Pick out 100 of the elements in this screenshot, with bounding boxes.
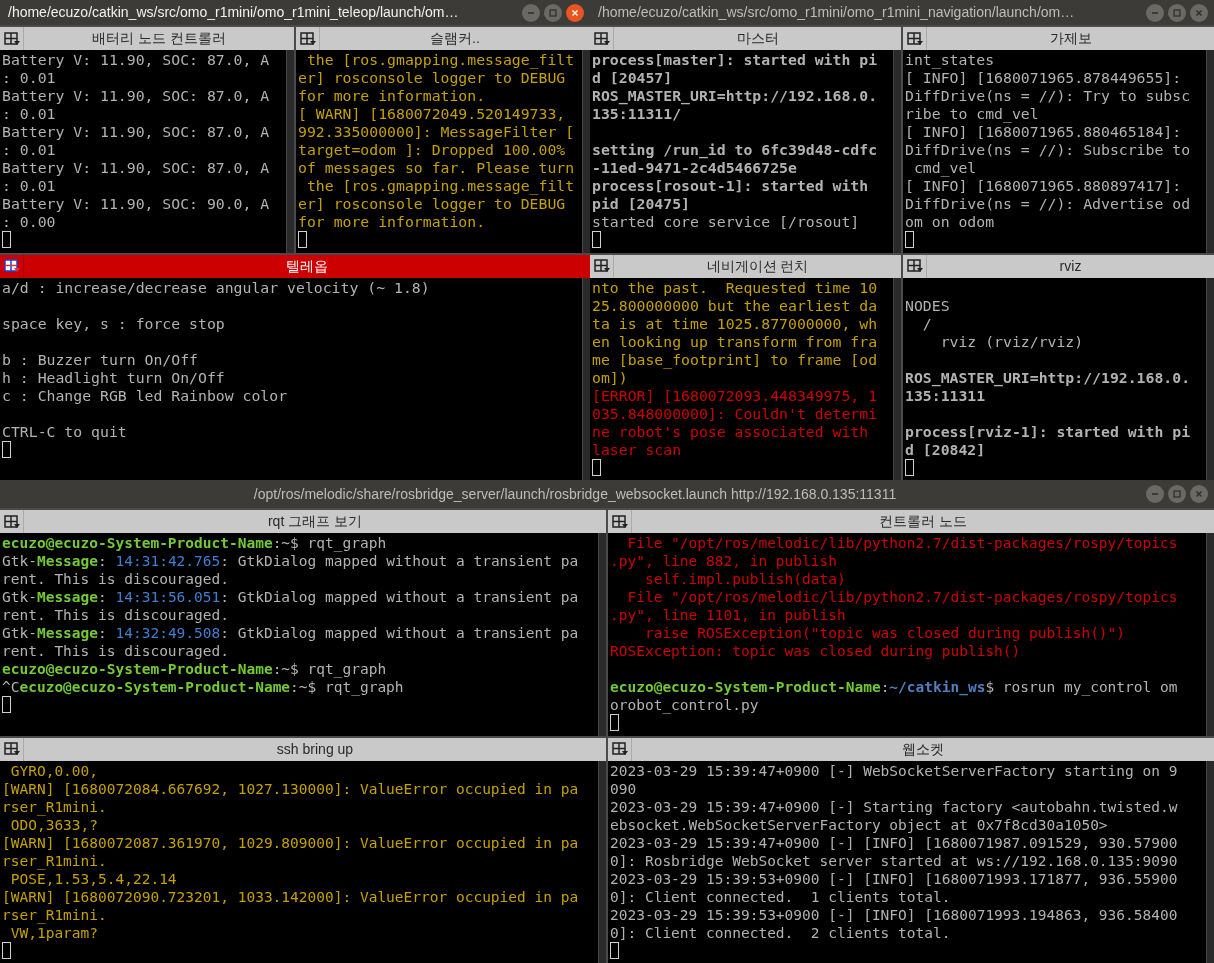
grid-menu-icon[interactable] xyxy=(3,742,20,756)
terminal-line: ecuzo@ecuzo-System-Product-Name:~/catkin_ws$ rosrun my_control om xyxy=(610,678,1178,696)
grid-menu-icon[interactable] xyxy=(906,259,923,273)
terminal-line: [WARN] [1680072084.667692, 1027.130000]: ValueError occupied in pa xyxy=(2,779,579,798)
terminal-line: d [20842] xyxy=(905,440,986,459)
scrollbar[interactable] xyxy=(1206,760,1214,963)
terminal-line: ^Cecuzo@ecuzo-System-Product-Name:~$ rqt_graph xyxy=(2,678,404,696)
terminal-line: process[rosout-1]: started with xyxy=(592,177,869,195)
terminal-line: setting /run_id to 6fc39d48-cdfc xyxy=(592,141,878,159)
grid-menu-icon[interactable] xyxy=(299,31,316,46)
terminal-line: [ INFO] [1680071965.880897417]: xyxy=(905,177,1182,195)
terminal-line: ODO,3633,? xyxy=(9,816,99,834)
terminal-line: 090 xyxy=(610,779,637,798)
terminal-line: the [ros.gmapping.message_filt xyxy=(305,177,575,195)
scrollbar[interactable] xyxy=(893,50,901,253)
close-button[interactable] xyxy=(566,3,584,22)
terminal-line: laser scan xyxy=(592,440,682,459)
scrollbar[interactable] xyxy=(1206,50,1214,253)
scrollbar[interactable] xyxy=(598,760,606,963)
terminal-line: File "/opt/ros/melodic/lib/python2.7/dist-packages/rospy/topics xyxy=(626,534,1178,552)
terminal-line: 25.800000000 but the earliest da xyxy=(592,296,878,315)
terminal-line: Battery V: 11.90, SOC: 87.0, A xyxy=(2,123,270,141)
maximize-button[interactable] xyxy=(1168,485,1186,503)
scrollbar[interactable] xyxy=(286,50,294,253)
terminal-line: [ INFO] [1680071965.878449655]: xyxy=(905,69,1182,87)
grid-menu-icon[interactable] xyxy=(611,514,628,529)
maximize-button[interactable] xyxy=(1168,3,1186,22)
grid-menu-icon[interactable] xyxy=(906,31,923,46)
scrollbar[interactable] xyxy=(582,50,590,253)
pane-header[interactable]: ssh bring up xyxy=(0,737,606,761)
pane-header[interactable]: 네비게이션 런치 xyxy=(590,254,901,278)
terminal-line: process[rviz-1]: started with pi xyxy=(905,422,1191,441)
terminal-line: 135:11311 xyxy=(905,386,986,405)
grid-menu-icon[interactable] xyxy=(3,31,20,46)
terminal-line: ecuzo@ecuzo-System-Product-Name:~$ rqt_graph xyxy=(2,534,387,552)
terminal-line: rviz (rviz/rviz) xyxy=(939,332,1084,351)
pane-header[interactable]: rviz xyxy=(903,254,1214,278)
terminal-line: process[master]: started with pi xyxy=(592,51,878,69)
terminal-line: Battery V: 11.90, SOC: 87.0, A xyxy=(2,51,270,69)
pane-header[interactable]: 배터리 노드 컨트롤러 xyxy=(0,27,294,50)
pane-header[interactable]: 컨트롤러 노드 xyxy=(608,510,1214,533)
terminal-line: 2023-03-29 15:39:47+0900 [-] Starting factory <autobahn.twisted.w xyxy=(610,797,1178,816)
terminal-line: rent. This is discouraged. xyxy=(2,570,229,588)
grid-menu-icon[interactable] xyxy=(3,514,20,529)
pane-title: rqt 그래프 보기 xyxy=(267,512,363,531)
pane-title: 컨트롤러 노드 xyxy=(879,512,967,531)
terminal-line: c : Change RGB led Rainbow color xyxy=(2,386,288,405)
terminal-line: cmd_vel xyxy=(912,159,977,177)
minimize-button[interactable] xyxy=(522,3,540,22)
terminal-line: om]) xyxy=(592,368,628,387)
terminal-line: nto the past. Requested time 10 xyxy=(592,278,878,297)
terminal-line: .py", line 882, in publish xyxy=(610,552,837,570)
terminal-line: : 0.01 xyxy=(2,105,56,123)
terminal-line: DiffDrive(ns = //): Subscribe to xyxy=(905,141,1191,159)
grid-menu-icon[interactable] xyxy=(611,742,628,756)
terminal-line: a/d : increase/decrease angular velocity (~ 1.8) xyxy=(2,278,430,297)
terminal-line: Gtk-Message: 14:31:56.051: GtkDialog mapped without a transient pa xyxy=(2,588,579,606)
terminal-line: Battery V: 11.90, SOC: 87.0, A xyxy=(2,159,270,177)
scrollbar[interactable] xyxy=(893,277,901,480)
text-cursor xyxy=(610,714,619,731)
scrollbar[interactable] xyxy=(1206,277,1214,480)
minimize-button[interactable] xyxy=(1146,485,1164,503)
pane-header[interactable]: 마스터 xyxy=(590,27,901,50)
terminal-line: ta is at time 1025.877000000, wh xyxy=(592,314,878,333)
terminal-line: raise ROSException("topic was closed during publish()") xyxy=(643,624,1126,642)
pane-header[interactable]: 슬램커.. xyxy=(296,27,590,50)
grid-menu-icon[interactable] xyxy=(3,259,20,273)
terminal-line: pid [20475] xyxy=(592,195,690,213)
terminal-line: 0]: Client connected. 1 clients total. xyxy=(610,887,951,906)
terminal-line: om on odom xyxy=(905,213,995,231)
pane-header[interactable]: 웹소켓 xyxy=(608,737,1214,761)
scrollbar[interactable] xyxy=(598,533,606,736)
terminal-line: GYRO,0.00, xyxy=(9,761,99,780)
terminal-line: target=odom ]: Dropped 100.00% xyxy=(298,141,566,159)
text-cursor xyxy=(905,231,914,248)
terminal-line: 035.848000000]: Couldn't determi xyxy=(592,404,878,423)
text-cursor xyxy=(592,458,601,476)
terminal-line: for more information. xyxy=(298,213,486,231)
minimize-button[interactable] xyxy=(1146,3,1164,22)
scrollbar[interactable] xyxy=(582,277,590,480)
terminal-line: rser_R1mini. xyxy=(2,797,107,816)
pane-title: rviz xyxy=(1059,256,1082,276)
close-icon xyxy=(570,7,580,18)
close-icon xyxy=(1194,489,1204,499)
pane-header[interactable]: rqt 그래프 보기 xyxy=(0,510,606,533)
grid-menu-icon[interactable] xyxy=(593,31,610,46)
terminal-line: Gtk-Message: 14:31:42.765: GtkDialog mapped without a transient pa xyxy=(2,552,579,570)
grid-menu-icon[interactable] xyxy=(593,259,610,273)
pane-header[interactable]: 텔레옵 xyxy=(0,254,590,278)
window-title: /home/ecuzo/catkin_ws/src/omo_r1mini/omo_r1mini_teleop/launch/om… xyxy=(8,3,459,22)
terminal-line: ROSException: topic was closed during publish() xyxy=(610,642,1021,660)
terminal-line: ne robot's pose associated with xyxy=(592,422,869,441)
scrollbar[interactable] xyxy=(1206,533,1214,736)
terminal-line: ebsocket.WebSocketServerFactory object at 0x7f8cd30a1050> xyxy=(610,815,1108,834)
pane-header[interactable]: 가제보 xyxy=(903,27,1214,50)
pane-title: 텔레옵 xyxy=(286,256,328,276)
terminal-line: : 0.01 xyxy=(2,69,56,87)
pane-title: 슬램커.. xyxy=(430,29,480,48)
maximize-icon xyxy=(548,7,558,18)
terminal-line: DiffDrive(ns = //): Try to subsc xyxy=(905,87,1191,105)
